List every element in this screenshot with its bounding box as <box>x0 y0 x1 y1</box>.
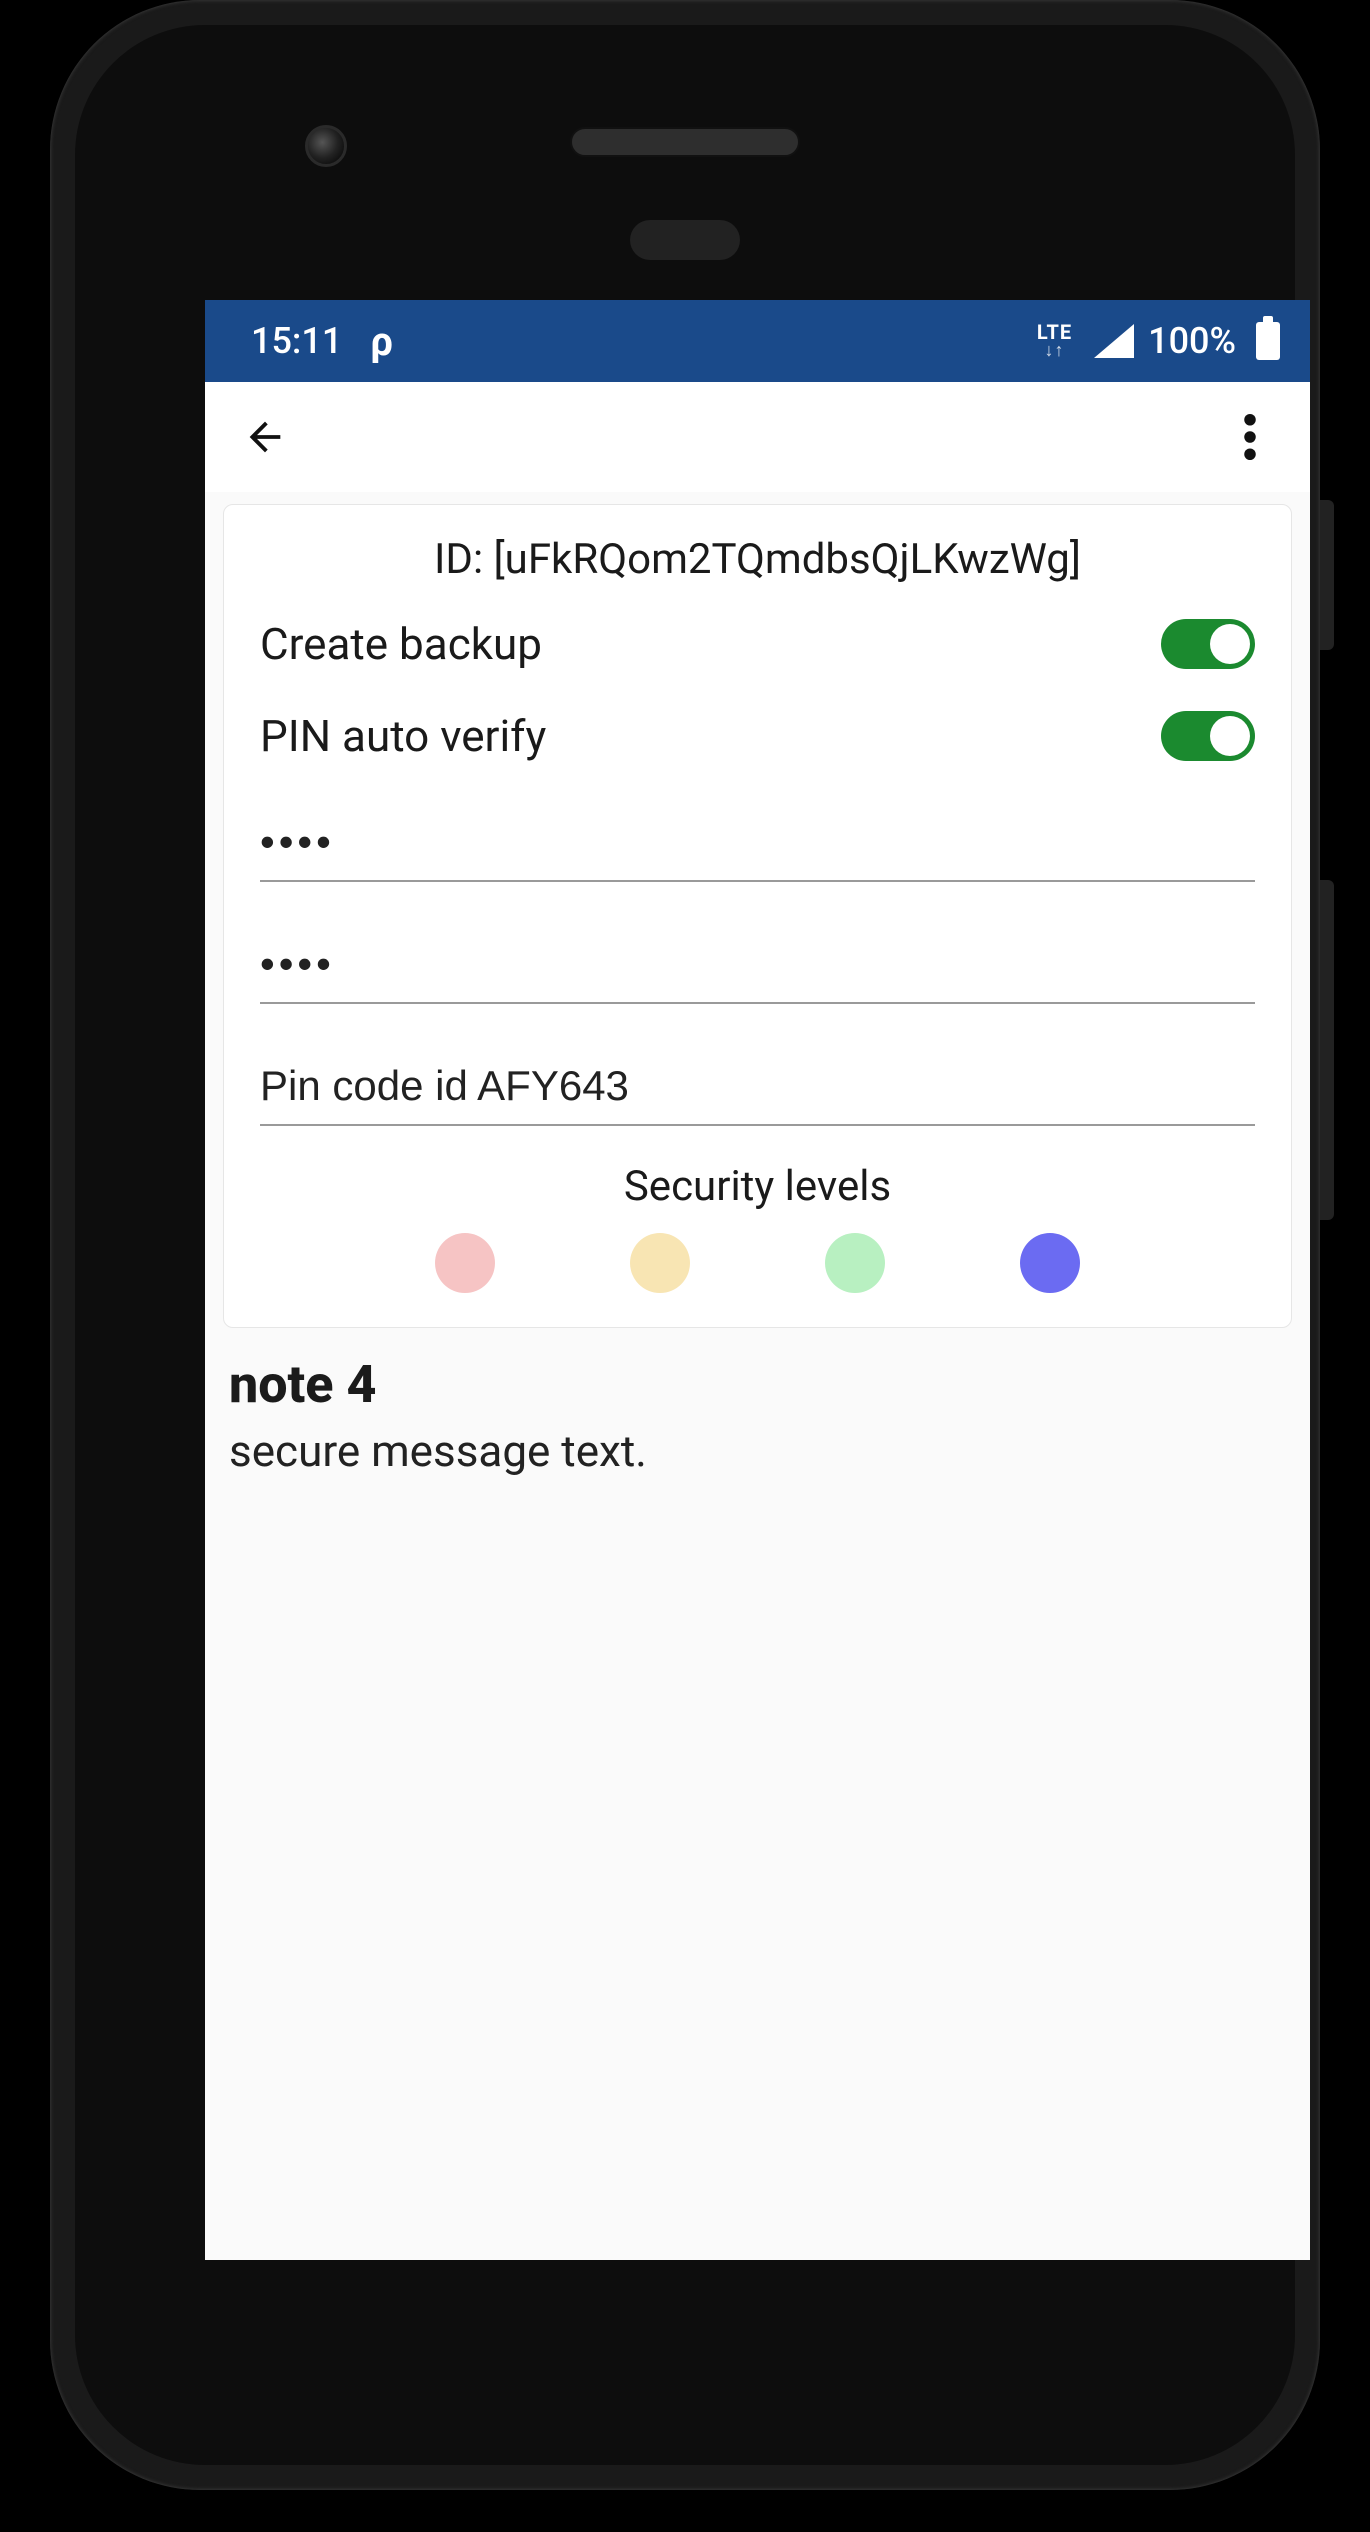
security-levels-row <box>260 1233 1255 1293</box>
phone-bezel: 15:11 ρ LTE ↓↑ 100% <box>75 25 1295 2465</box>
pin-field-2[interactable] <box>260 924 1255 1004</box>
app-bar <box>205 382 1310 492</box>
signal-icon <box>1094 324 1134 358</box>
toggle-knob-icon <box>1210 624 1250 664</box>
overflow-menu-button[interactable] <box>1218 405 1282 469</box>
settings-card: ID: [uFkRQom2TQmdbsQjLKwzWg] Create back… <box>223 504 1292 1328</box>
phone-speaker <box>570 127 800 157</box>
security-level-3[interactable] <box>825 1233 885 1293</box>
battery-icon <box>1256 322 1280 360</box>
create-backup-toggle[interactable] <box>1161 619 1255 669</box>
pin-code-id-field[interactable] <box>260 1046 1255 1126</box>
security-level-2[interactable] <box>630 1233 690 1293</box>
phone-side-button-power <box>1320 500 1334 650</box>
network-lte-icon: LTE ↓↑ <box>1037 322 1072 360</box>
battery-text: 100% <box>1148 320 1236 362</box>
more-vert-icon <box>1244 414 1256 460</box>
note-section: note 4 secure message text. <box>205 1328 1310 1503</box>
phone-side-button-volume <box>1320 880 1334 1220</box>
network-arrows-icon: ↓↑ <box>1044 342 1064 360</box>
security-level-1[interactable] <box>435 1233 495 1293</box>
status-time: 15:11 <box>251 320 342 362</box>
pin-auto-verify-toggle[interactable] <box>1161 711 1255 761</box>
phone-sensor <box>630 220 740 260</box>
toggle-knob-icon <box>1210 716 1250 756</box>
security-level-4[interactable] <box>1020 1233 1080 1293</box>
pin-auto-verify-row: PIN auto verify <box>260 710 1255 762</box>
phone-frame: 15:11 ρ LTE ↓↑ 100% <box>50 0 1320 2490</box>
stage: 15:11 ρ LTE ↓↑ 100% <box>0 0 1370 2532</box>
pin-auto-verify-label: PIN auto verify <box>260 710 546 762</box>
create-backup-row: Create backup <box>260 618 1255 670</box>
note-body: secure message text. <box>229 1425 1286 1477</box>
id-label: ID: [uFkRQom2TQmdbsQjLKwzWg] <box>260 535 1255 584</box>
status-bar: 15:11 ρ LTE ↓↑ 100% <box>205 300 1310 382</box>
pin-field-1[interactable] <box>260 802 1255 882</box>
security-levels-label: Security levels <box>260 1162 1255 1211</box>
back-button[interactable] <box>233 405 297 469</box>
create-backup-label: Create backup <box>260 618 542 670</box>
arrow-back-icon <box>242 414 288 460</box>
status-bar-right: LTE ↓↑ 100% <box>1037 320 1280 362</box>
phone-camera <box>305 125 347 167</box>
screen: 15:11 ρ LTE ↓↑ 100% <box>205 300 1310 2260</box>
network-label: LTE <box>1037 322 1072 342</box>
android-p-icon: ρ <box>370 318 393 365</box>
status-bar-left: 15:11 ρ <box>251 318 393 365</box>
note-title: note 4 <box>229 1354 1286 1415</box>
